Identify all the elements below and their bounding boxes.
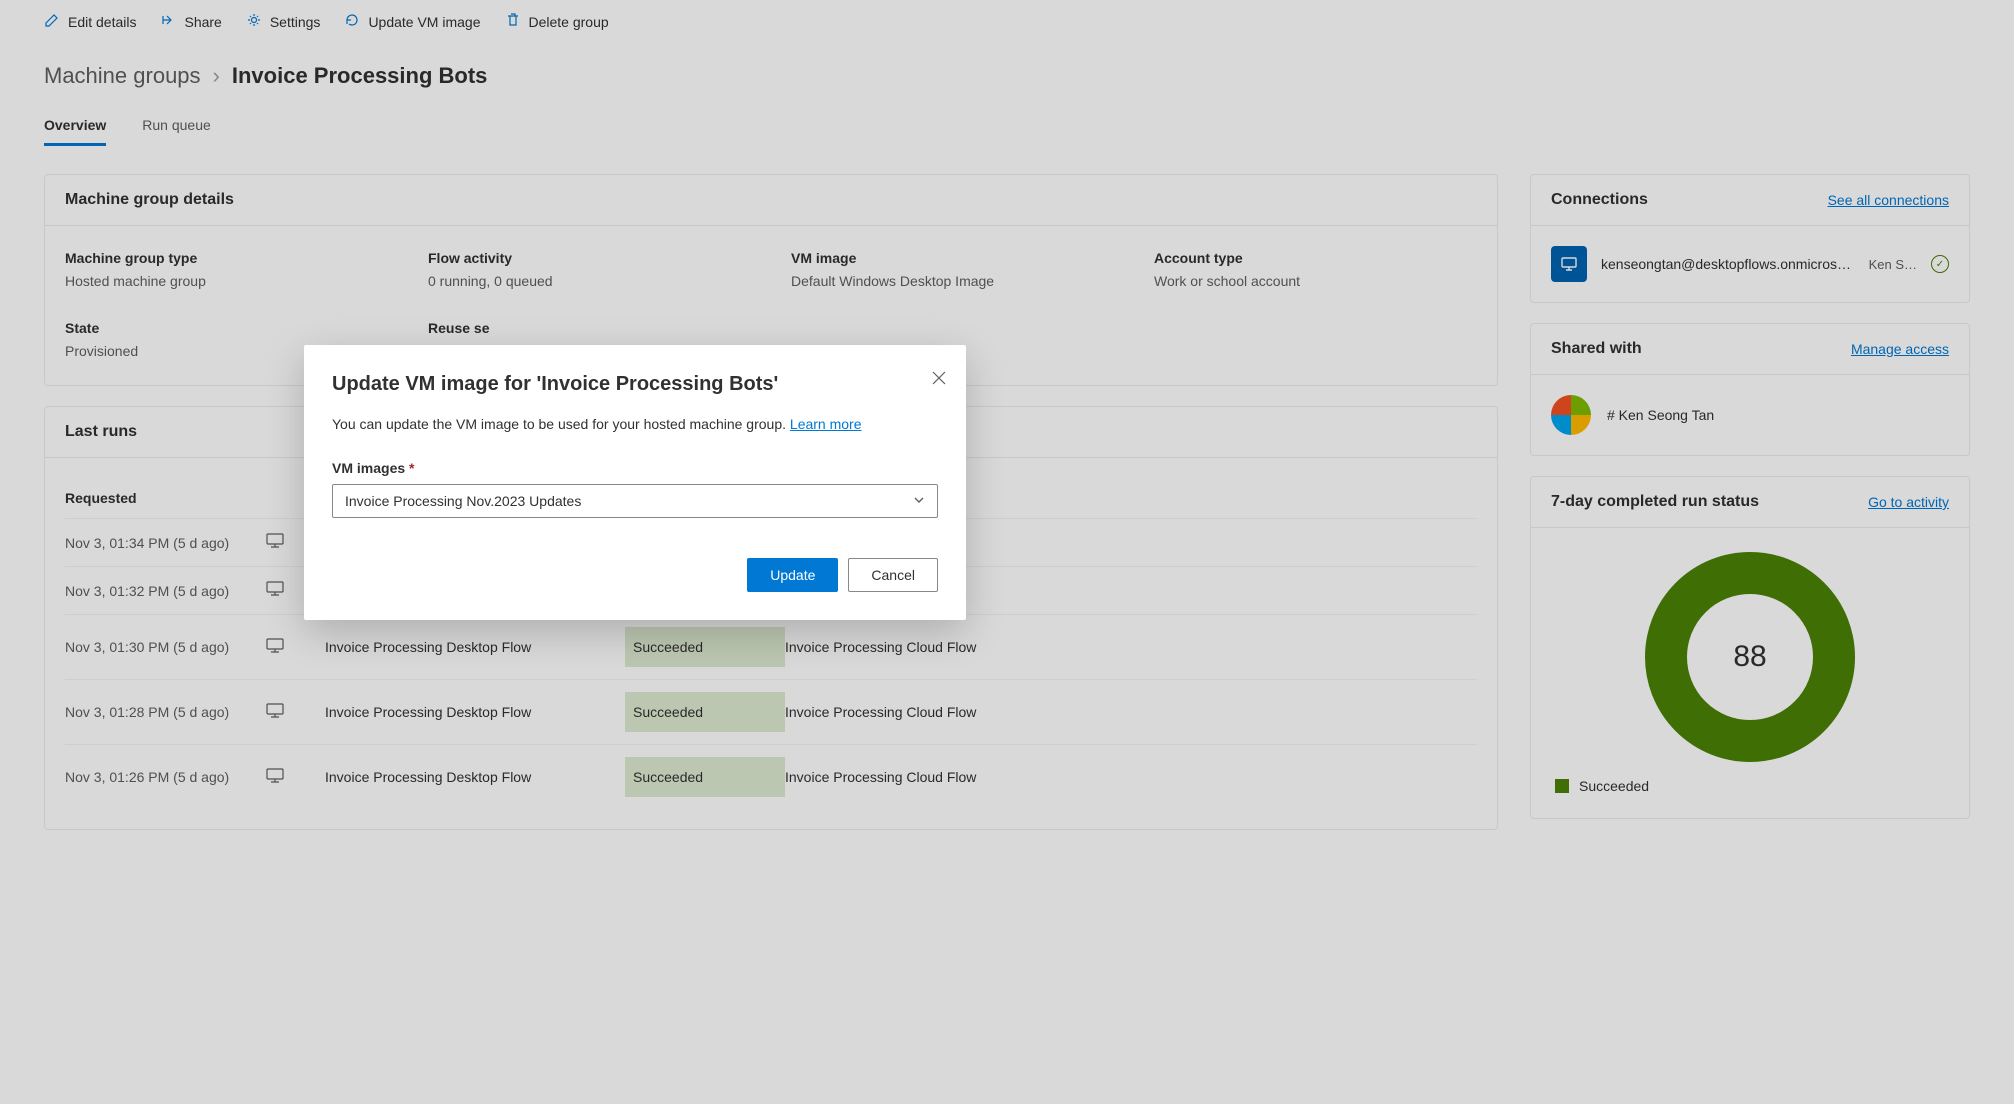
vm-images-label: VM images * <box>332 460 938 476</box>
dialog-description: You can update the VM image to be used f… <box>332 416 938 432</box>
update-vm-image-dialog: Update VM image for 'Invoice Processing … <box>304 345 966 620</box>
update-button[interactable]: Update <box>747 558 838 592</box>
chevron-down-icon <box>913 493 925 509</box>
learn-more-link[interactable]: Learn more <box>790 416 862 432</box>
modal-backdrop[interactable] <box>0 0 2014 1104</box>
dialog-title: Update VM image for 'Invoice Processing … <box>332 373 938 396</box>
cancel-button[interactable]: Cancel <box>848 558 938 592</box>
close-icon[interactable] <box>932 371 946 390</box>
vm-images-select[interactable]: Invoice Processing Nov.2023 Updates <box>332 484 938 518</box>
select-value: Invoice Processing Nov.2023 Updates <box>345 493 581 509</box>
